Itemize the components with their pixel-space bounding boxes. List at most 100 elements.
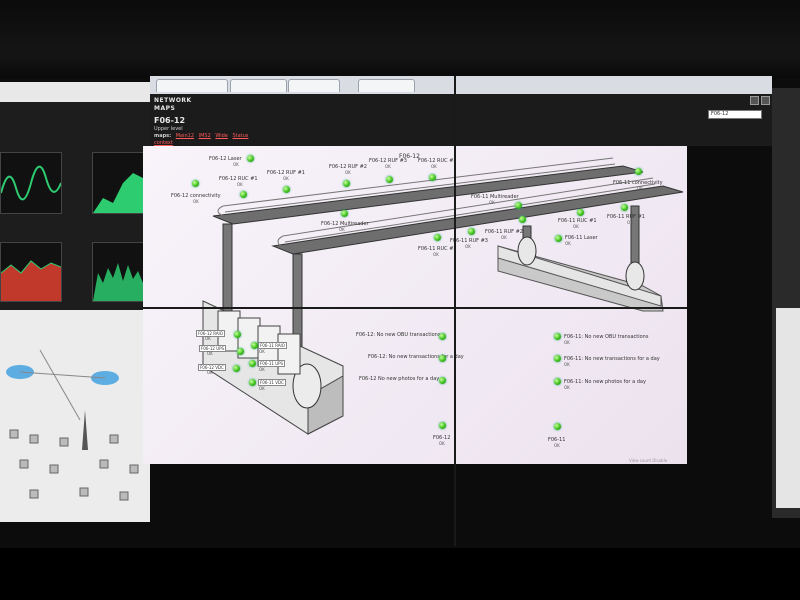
grid-icon[interactable] — [761, 96, 770, 105]
floor — [0, 548, 800, 600]
map-link[interactable]: Wide — [215, 133, 227, 139]
status-led-icon[interactable] — [554, 378, 561, 385]
map-link[interactable]: IMS2 — [199, 133, 211, 139]
device-status: OK — [283, 176, 289, 181]
status-led-icon[interactable] — [439, 355, 446, 362]
chart-widget — [92, 152, 150, 214]
app-header: NETWORK MAPS F06-12 Upper level maps: Ma… — [150, 94, 772, 146]
device-status: OK — [489, 200, 495, 205]
browser-tab[interactable] — [288, 79, 340, 92]
check-status: OK — [564, 340, 570, 345]
device-status: OK — [431, 164, 437, 169]
map-link[interactable]: Status — [232, 133, 248, 139]
status-led-icon[interactable] — [468, 228, 475, 235]
status-led-icon[interactable] — [247, 155, 254, 162]
device-status: OK — [193, 199, 199, 204]
device-status: OK — [573, 224, 579, 229]
browser-tab[interactable] — [156, 79, 228, 92]
status-led-icon[interactable] — [434, 234, 441, 241]
check-label: F06-12 No new photos for a day — [359, 376, 440, 382]
status-led-icon[interactable] — [554, 423, 561, 430]
status-led-icon[interactable] — [234, 331, 241, 338]
summary-status: OK — [554, 443, 560, 448]
status-led-icon[interactable] — [555, 235, 562, 242]
left-monitor-header — [0, 82, 150, 102]
device-status: OK — [501, 235, 507, 240]
device-status: OK — [205, 336, 211, 341]
status-led-icon[interactable] — [439, 422, 446, 429]
device-status: OK — [465, 244, 471, 249]
map-footer: View count Disable — [629, 458, 668, 463]
browser-tab-bar — [150, 76, 772, 95]
status-led-icon[interactable] — [554, 333, 561, 340]
status-led-icon[interactable] — [519, 216, 526, 223]
gantry-map: F06-12 F06-12 Laser OK F06-12 RUC #1 OK … — [143, 146, 687, 464]
device-status: OK — [565, 241, 571, 246]
map-link[interactable]: Main12 — [176, 133, 194, 139]
check-status: OK — [564, 362, 570, 367]
chart-widget — [92, 242, 150, 302]
device-status: OK — [207, 370, 213, 375]
device-status: OK — [385, 164, 391, 169]
check-status: OK — [564, 385, 570, 390]
expand-icon[interactable] — [750, 96, 759, 105]
status-led-icon[interactable] — [635, 168, 642, 175]
status-led-icon[interactable] — [439, 333, 446, 340]
status-led-icon[interactable] — [621, 204, 628, 211]
chart-widget — [0, 242, 62, 302]
device-status: OK — [259, 386, 265, 391]
network-map-panel — [0, 310, 150, 522]
device-label: F06-12 RUC #2 — [418, 158, 457, 164]
maps-label: maps: — [154, 133, 172, 139]
status-led-icon[interactable] — [515, 202, 522, 209]
ceiling — [0, 0, 800, 78]
check-label: F06-11: No new photos for a day — [564, 379, 646, 385]
screen-seam — [143, 307, 687, 309]
status-led-icon[interactable] — [237, 348, 244, 355]
page-title: F06-12 — [154, 116, 186, 125]
status-led-icon[interactable] — [240, 191, 247, 198]
device-status: OK — [237, 182, 243, 187]
status-led-icon[interactable] — [429, 174, 436, 181]
status-led-icon[interactable] — [577, 209, 584, 216]
right-monitor-panel — [776, 308, 800, 508]
status-led-icon[interactable] — [249, 360, 256, 367]
browser-tab[interactable] — [358, 79, 415, 92]
maps-links: maps: Main12 IMS2 Wide Status context — [154, 133, 248, 146]
status-led-icon[interactable] — [554, 355, 561, 362]
nav-menu: NETWORK MAPS — [154, 97, 192, 113]
level-label: Upper level — [154, 126, 183, 132]
cabinet-label: F06-11 VDC — [258, 379, 286, 386]
status-led-icon[interactable] — [341, 210, 348, 217]
nav-network[interactable]: NETWORK — [154, 97, 192, 105]
check-label: F06-11: No new transactions for a day — [564, 356, 660, 362]
device-status: OK — [233, 162, 239, 167]
check-label: F06-11: No new OBU transactions — [564, 334, 649, 340]
device-status: OK — [345, 170, 351, 175]
status-led-icon[interactable] — [251, 342, 258, 349]
status-led-icon[interactable] — [233, 365, 240, 372]
cabinet-label: F06-11 RAIO — [258, 342, 287, 349]
status-led-icon[interactable] — [386, 176, 393, 183]
search-input[interactable]: F06-12 — [708, 110, 762, 119]
gantry-illustration — [202, 157, 684, 435]
device-status: OK — [259, 349, 265, 354]
device-status: OK — [207, 351, 213, 356]
summary-status: OK — [439, 441, 445, 446]
status-led-icon[interactable] — [249, 379, 256, 386]
chart-widget — [0, 152, 62, 214]
nav-maps[interactable]: MAPS — [154, 105, 192, 113]
status-led-icon[interactable] — [343, 180, 350, 187]
screen-seam — [454, 76, 456, 546]
status-led-icon[interactable] — [283, 186, 290, 193]
cabinet-label: F06-11 UPS — [258, 360, 286, 367]
left-monitor — [0, 82, 150, 522]
browser-tab[interactable] — [230, 79, 287, 92]
check-label: F06-12: No new transactions for a day — [368, 354, 464, 360]
right-monitor — [772, 88, 800, 518]
device-status: OK — [637, 186, 643, 191]
status-led-icon[interactable] — [439, 377, 446, 384]
status-led-icon[interactable] — [192, 180, 199, 187]
device-status: OK — [339, 227, 345, 232]
check-label: F06-12: No new OBU transactions — [356, 332, 441, 338]
